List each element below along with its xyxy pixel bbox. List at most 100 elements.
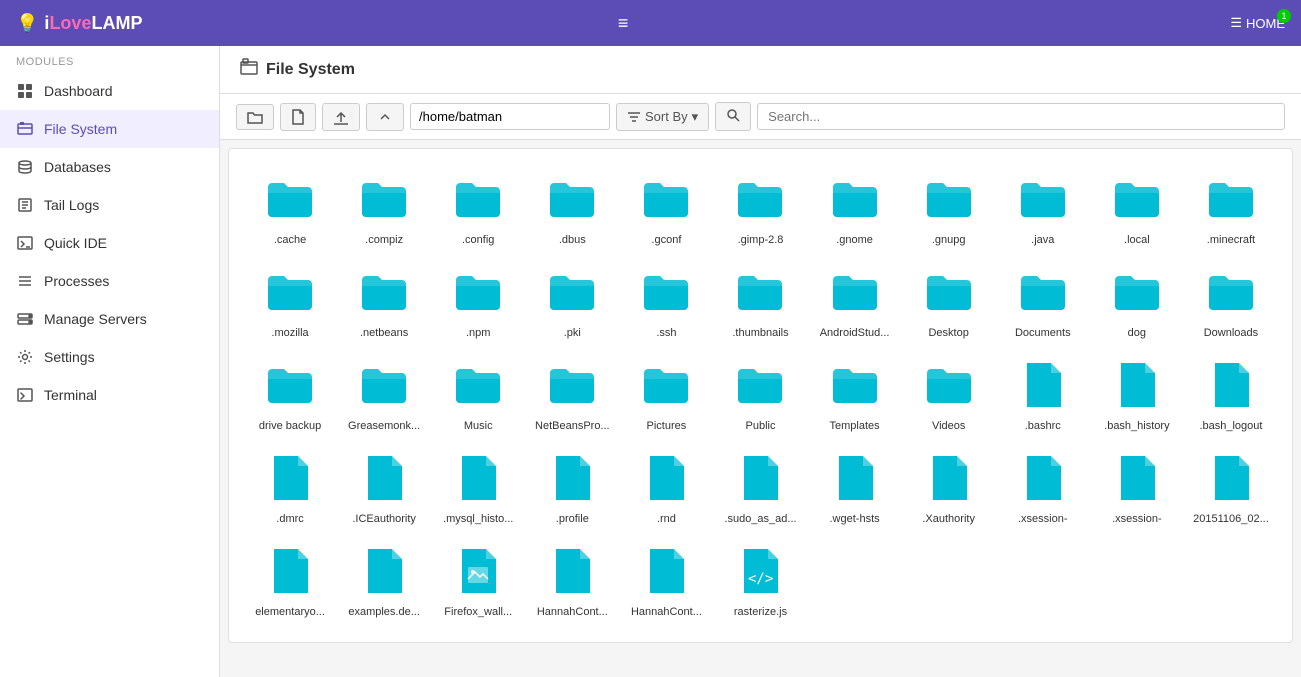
file-item[interactable]: 20151106_02... [1186,444,1276,533]
file-name: .mysql_histo... [437,513,519,525]
file-item[interactable]: .xsession- [1092,444,1182,533]
folder-item[interactable]: Public [715,351,805,440]
file-item[interactable]: .xsession- [998,444,1088,533]
folder-item[interactable]: .local [1092,165,1182,254]
sidebar-item-databases[interactable]: Databases [0,148,219,186]
folder-item[interactable]: .compiz [339,165,429,254]
folder-item[interactable]: .mozilla [245,258,335,347]
folder-item[interactable]: .ssh [621,258,711,347]
search-button[interactable] [715,102,751,131]
sidebar-item-filesystem[interactable]: File System [0,110,219,148]
folder-item[interactable]: .java [998,165,1088,254]
file-item[interactable]: HannahCont... [527,537,617,626]
folder-icon [923,266,975,323]
file-item[interactable]: .bashrc [998,351,1088,440]
file-item[interactable]: elementaryo... [245,537,335,626]
page-title: File System [266,61,355,79]
dashboard-label: Dashboard [44,83,113,99]
filesystem-header-icon [240,58,258,81]
file-name: elementaryo... [249,606,331,618]
sidebar-item-settings[interactable]: Settings [0,338,219,376]
brand-love: Love [49,13,91,33]
file-item[interactable]: Firefox_wall... [433,537,523,626]
folder-item[interactable]: Pictures [621,351,711,440]
file-name: .rnd [625,513,707,525]
up-directory-button[interactable] [366,103,404,131]
processes-icon [16,272,34,290]
sidebar-item-quickide[interactable]: Quick IDE [0,224,219,262]
folder-name: Pictures [625,420,707,432]
new-file-button[interactable] [280,103,316,131]
sidebar-item-terminal[interactable]: Terminal [0,376,219,414]
file-item[interactable]: .wget-hsts [810,444,900,533]
file-item[interactable]: </> rasterize.js [715,537,805,626]
file-item[interactable]: .bash_history [1092,351,1182,440]
folder-item[interactable]: .gnupg [904,165,994,254]
taillogs-label: Tail Logs [44,197,99,213]
manageservers-icon [16,310,34,328]
folder-item[interactable]: .gnome [810,165,900,254]
folder-item[interactable]: Documents [998,258,1088,347]
folder-item[interactable]: dog [1092,258,1182,347]
folder-icon [546,266,598,323]
folder-item[interactable]: AndroidStud... [810,258,900,347]
folder-item[interactable]: .pki [527,258,617,347]
file-item[interactable]: .rnd [621,444,711,533]
file-icon [452,545,504,602]
sort-label: Sort By [645,109,688,124]
file-item[interactable]: .ICEauthority [339,444,429,533]
folder-item[interactable]: NetBeansPro... [527,351,617,440]
file-name: .sudo_as_ad... [719,513,801,525]
upload-button[interactable] [322,103,360,131]
folder-icon [829,173,881,230]
folder-name: drive backup [249,420,331,432]
sidebar-item-taillogs[interactable]: Tail Logs [0,186,219,224]
folder-open-button[interactable] [236,104,274,130]
hamburger-button[interactable]: ≡ [608,9,639,38]
folder-icon [264,173,316,230]
folder-item[interactable]: Music [433,351,523,440]
file-icon [358,545,410,602]
path-input[interactable] [410,103,610,130]
folder-icon [1017,173,1069,230]
folder-item[interactable]: .cache [245,165,335,254]
folder-item[interactable]: drive backup [245,351,335,440]
folder-name: .compiz [343,234,425,246]
folder-item[interactable]: .thumbnails [715,258,805,347]
taillogs-icon [16,196,34,214]
search-input[interactable] [757,103,1285,130]
folder-name: NetBeansPro... [531,420,613,432]
folder-icon [640,359,692,416]
folder-item[interactable]: Desktop [904,258,994,347]
file-item[interactable]: examples.de... [339,537,429,626]
folder-item[interactable]: Greasemonk... [339,351,429,440]
folder-item[interactable]: .netbeans [339,258,429,347]
file-name: .bashrc [1002,420,1084,432]
folder-item[interactable]: Templates [810,351,900,440]
folder-item[interactable]: .dbus [527,165,617,254]
file-item[interactable]: HannahCont... [621,537,711,626]
sidebar-item-dashboard[interactable]: Dashboard [0,72,219,110]
page-header: File System [220,46,1301,94]
folder-item[interactable]: .gconf [621,165,711,254]
sidebar-item-manageservers[interactable]: Manage Servers [0,300,219,338]
folder-icon [358,359,410,416]
home-button[interactable]: ☰ HOME 1 [1230,15,1285,31]
folder-item[interactable]: .config [433,165,523,254]
folder-item[interactable]: .minecraft [1186,165,1276,254]
file-item[interactable]: .profile [527,444,617,533]
sidebar-item-processes[interactable]: Processes [0,262,219,300]
file-item[interactable]: .dmrc [245,444,335,533]
folder-item[interactable]: Videos [904,351,994,440]
file-item[interactable]: .mysql_histo... [433,444,523,533]
folder-name: Templates [814,420,896,432]
file-item[interactable]: .sudo_as_ad... [715,444,805,533]
folder-item[interactable]: .gimp-2.8 [715,165,805,254]
sort-button[interactable]: Sort By ▾ [616,103,709,131]
folder-item[interactable]: .npm [433,258,523,347]
folder-item[interactable]: Downloads [1186,258,1276,347]
file-item[interactable]: .Xauthority [904,444,994,533]
file-item[interactable]: .bash_logout [1186,351,1276,440]
databases-label: Databases [44,159,111,175]
folder-icon [829,266,881,323]
